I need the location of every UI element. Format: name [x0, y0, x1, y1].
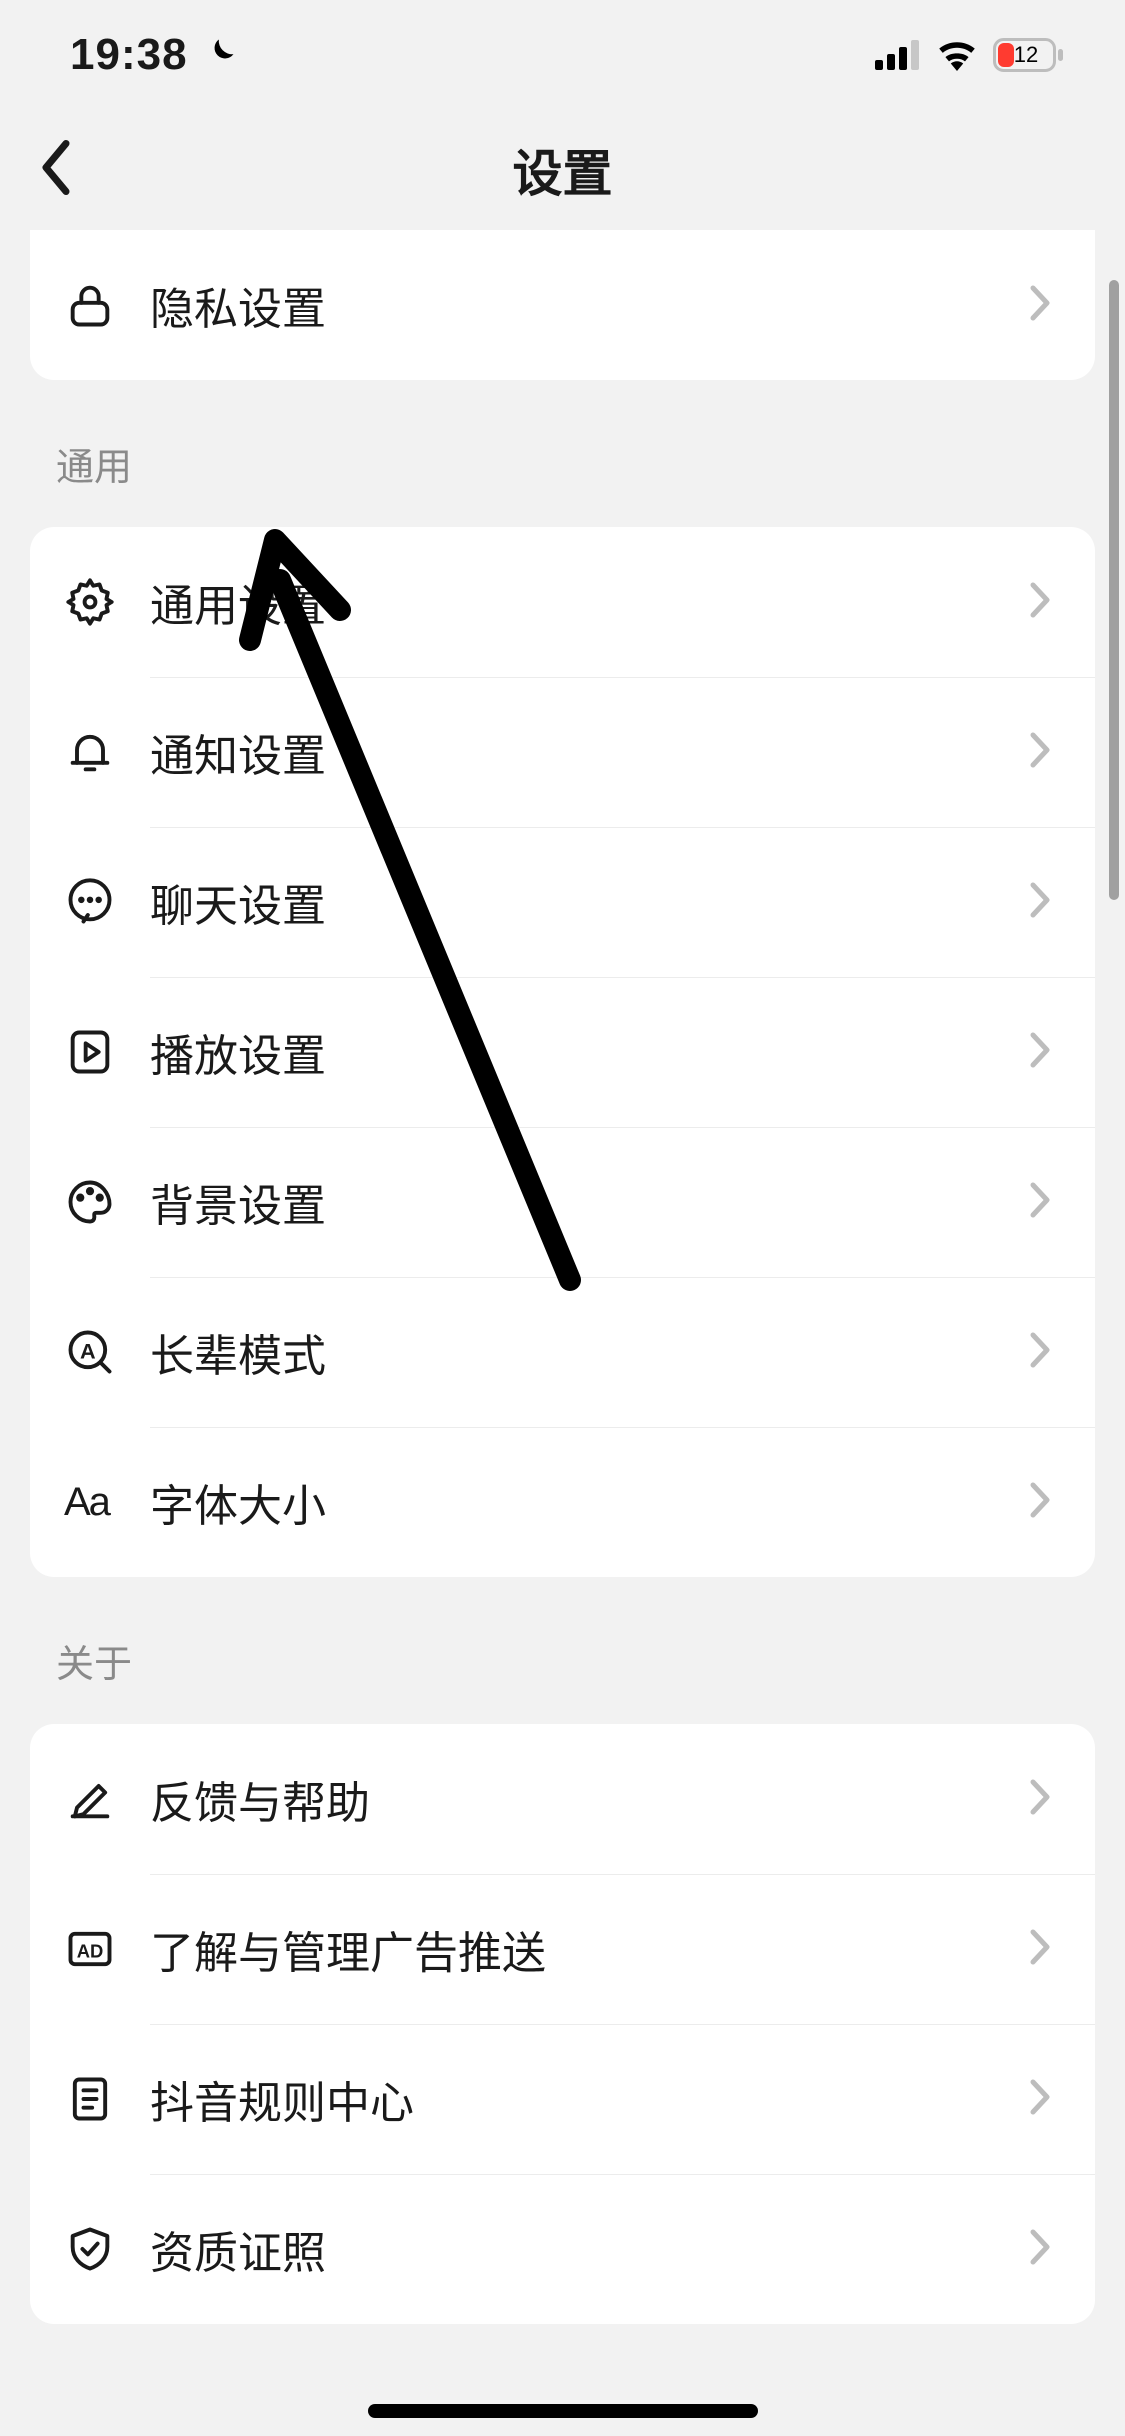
row-ad-management[interactable]: AD 了解与管理广告推送: [30, 1874, 1095, 2024]
magnify-a-icon: A: [64, 1326, 150, 1378]
row-label: 隐私设置: [150, 273, 1027, 337]
chevron-right-icon: [1027, 1776, 1053, 1823]
chevron-right-icon: [1027, 2076, 1053, 2123]
chevron-right-icon: [1027, 1479, 1053, 1526]
nav-bar: 设置: [0, 110, 1125, 230]
dnd-moon-icon: [202, 35, 238, 76]
section-general: 通用设置 通知设置 聊天设置 播放设置: [30, 527, 1095, 1577]
document-icon: [64, 2073, 150, 2125]
chevron-right-icon: [1027, 282, 1053, 329]
row-playback-settings[interactable]: 播放设置: [30, 977, 1095, 1127]
row-chat-settings[interactable]: 聊天设置: [30, 827, 1095, 977]
chevron-right-icon: [1027, 879, 1053, 926]
row-font-size[interactable]: Aa 字体大小: [30, 1427, 1095, 1577]
row-feedback-help[interactable]: 反馈与帮助: [30, 1724, 1095, 1874]
chat-icon: [64, 876, 150, 928]
svg-text:A: A: [80, 1339, 96, 1364]
section-header-general: 通用: [0, 380, 1125, 527]
scroll-indicator[interactable]: [1109, 280, 1119, 900]
gear-icon: [64, 576, 150, 628]
row-label: 抖音规则中心: [150, 2067, 1027, 2131]
ad-icon: AD: [64, 1923, 150, 1975]
lock-icon: [64, 279, 150, 331]
svg-text:AD: AD: [77, 1941, 104, 1962]
bell-icon: [64, 726, 150, 778]
row-label: 通用设置: [150, 570, 1027, 634]
row-label: 了解与管理广告推送: [150, 1917, 1027, 1981]
section-about: 反馈与帮助 AD 了解与管理广告推送 抖音规则中心 资质证照: [30, 1724, 1095, 2324]
row-rules-center[interactable]: 抖音规则中心: [30, 2024, 1095, 2174]
play-icon: [64, 1026, 150, 1078]
chevron-right-icon: [1027, 579, 1053, 626]
row-label: 聊天设置: [150, 870, 1027, 934]
row-background-settings[interactable]: 背景设置: [30, 1127, 1095, 1277]
svg-text:12: 12: [1014, 42, 1038, 67]
shield-check-icon: [64, 2223, 150, 2275]
battery-icon: 12: [993, 38, 1065, 72]
status-bar: 19:38 12: [0, 0, 1125, 110]
chevron-right-icon: [1027, 1179, 1053, 1226]
row-label: 字体大小: [150, 1470, 1027, 1534]
row-label: 背景设置: [150, 1170, 1027, 1234]
home-indicator[interactable]: [368, 2404, 758, 2418]
palette-icon: [64, 1176, 150, 1228]
chevron-right-icon: [1027, 2226, 1053, 2273]
row-qualifications[interactable]: 资质证照: [30, 2174, 1095, 2324]
chevron-right-icon: [1027, 1926, 1053, 1973]
section-header-about: 关于: [0, 1577, 1125, 1724]
row-label: 通知设置: [150, 720, 1027, 784]
section-top: 隐私设置: [30, 230, 1095, 380]
cellular-signal-icon: [875, 40, 921, 70]
row-notification-settings[interactable]: 通知设置: [30, 677, 1095, 827]
row-elder-mode[interactable]: A 长辈模式: [30, 1277, 1095, 1427]
chevron-right-icon: [1027, 1329, 1053, 1376]
row-label: 反馈与帮助: [150, 1767, 1027, 1831]
wifi-icon: [935, 39, 979, 71]
row-label: 长辈模式: [150, 1320, 1027, 1384]
row-label: 资质证照: [150, 2217, 1027, 2281]
chevron-right-icon: [1027, 729, 1053, 776]
row-general-settings[interactable]: 通用设置: [30, 527, 1095, 677]
page-title: 设置: [0, 134, 1125, 206]
status-time: 19:38: [70, 30, 188, 80]
chevron-right-icon: [1027, 1029, 1053, 1076]
row-label: 播放设置: [150, 1020, 1027, 1084]
back-button[interactable]: [36, 136, 76, 205]
row-privacy-settings[interactable]: 隐私设置: [30, 230, 1095, 380]
font-size-icon: Aa: [64, 1480, 150, 1525]
pencil-icon: [64, 1773, 150, 1825]
